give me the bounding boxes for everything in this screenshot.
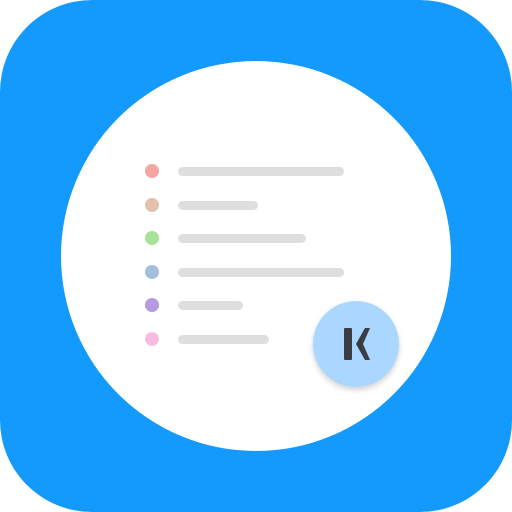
list-item — [0, 298, 512, 312]
list-item — [0, 164, 512, 178]
list-item-line — [178, 268, 344, 277]
list-item-line — [178, 301, 243, 310]
list-item — [0, 332, 512, 346]
list-item-line — [178, 167, 344, 176]
list-item — [0, 265, 512, 279]
list-item-dot — [145, 265, 159, 279]
list-item-dot — [145, 164, 159, 178]
list-item — [0, 198, 512, 212]
list-item-line — [178, 234, 306, 243]
app-icon[interactable] — [0, 0, 512, 512]
list-item-dot — [145, 198, 159, 212]
k-badge — [313, 301, 399, 387]
k-logo-stem — [344, 328, 352, 360]
checklist — [0, 0, 512, 512]
list-item-dot — [145, 231, 159, 245]
k-logo-chevron — [356, 328, 370, 360]
list-item — [0, 231, 512, 245]
list-item-line — [178, 335, 269, 344]
list-item-dot — [145, 298, 159, 312]
k-logo-icon — [344, 328, 370, 360]
list-item-dot — [145, 332, 159, 346]
list-item-line — [178, 201, 258, 210]
